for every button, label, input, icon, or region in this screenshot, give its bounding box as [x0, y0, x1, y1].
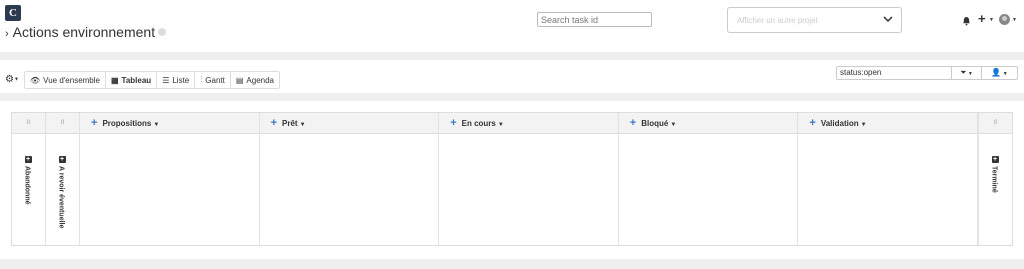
column-header: 0	[12, 113, 45, 134]
column-title[interactable]: + Bloqué ▼	[630, 113, 677, 136]
filter-input[interactable]: status:open	[836, 66, 952, 80]
column-header: 0	[979, 113, 1012, 134]
column-task-count: 0	[60, 120, 65, 126]
add-task-icon[interactable]: +	[450, 117, 456, 129]
chevron-right-icon: ›	[5, 28, 9, 40]
expand-column-icon[interactable]: +	[58, 156, 66, 163]
user-avatar[interactable]	[999, 14, 1010, 25]
column-header: + Validation ▼	[798, 113, 977, 134]
collapsed-column[interactable]: 0 + Abandonné	[12, 113, 46, 245]
column-menu-caret-icon[interactable]: ▼	[498, 122, 504, 128]
tab-tableau[interactable]: ▦ Tableau	[106, 72, 158, 88]
column-title-label: Validation	[820, 119, 859, 128]
column-title-label: Propositions	[102, 119, 152, 128]
tab-agenda[interactable]: ▤ Agenda	[231, 72, 279, 88]
board-column: + Propositions ▼	[80, 113, 260, 245]
add-task-icon[interactable]: +	[630, 117, 636, 129]
collapsed-column[interactable]: 0 + A revoir éventuelle	[46, 113, 80, 245]
board-column: + Validation ▼	[798, 113, 978, 245]
add-plus-icon[interactable]: +	[978, 11, 986, 26]
column-menu-caret-icon[interactable]: ▼	[861, 122, 867, 128]
search-task-input[interactable]	[537, 12, 652, 27]
tab-label: Tableau	[121, 75, 152, 85]
board-column: + Prêt ▼	[259, 113, 440, 245]
header-divider	[0, 52, 1024, 60]
board-column: + Bloqué ▼	[618, 113, 799, 245]
footer-band	[0, 259, 1024, 269]
calendar-icon: ▤	[235, 75, 244, 85]
column-task-count: 0	[993, 120, 998, 126]
sliders-icon: ⫶	[200, 75, 203, 84]
project-select-placeholder: Afficher un autre projet	[737, 16, 818, 25]
column-title[interactable]: + Propositions ▼	[91, 113, 159, 136]
column-title-label: En cours	[461, 119, 496, 128]
page-title-text: Actions environnement	[12, 24, 156, 40]
user-icon: 👤	[991, 68, 1002, 77]
info-icon[interactable]	[158, 28, 167, 37]
add-task-icon[interactable]: +	[271, 117, 277, 129]
column-header: 0	[46, 113, 79, 134]
collapsed-column-label: A revoir éventuelle	[57, 166, 65, 229]
column-title[interactable]: + Prêt ▼	[271, 113, 306, 136]
column-menu-caret-icon[interactable]: ▼	[153, 122, 159, 128]
column-title-label: Bloqué	[641, 119, 669, 128]
view-tabs: 👁 Vue d'ensemble ▦ Tableau ☰ Liste ⫶ Gantt ▤ Agen…	[24, 71, 280, 89]
eye-icon: 👁	[30, 75, 41, 85]
app-logo[interactable]: C	[5, 5, 21, 21]
column-task-count: 0	[26, 120, 31, 126]
column-title[interactable]: + En cours ▼	[450, 113, 504, 136]
bell-icon[interactable]	[962, 16, 971, 26]
top-header: C ›Actions environnement Afficher un aut…	[0, 0, 1024, 52]
column-title[interactable]: + Validation ▼	[809, 113, 866, 136]
add-task-icon[interactable]: +	[91, 117, 97, 129]
tab-label: Agenda	[246, 75, 274, 85]
table-icon: ▦	[110, 75, 119, 85]
collapsed-column[interactable]: 0 + Terminé	[978, 113, 1012, 245]
user-menu-caret-icon[interactable]: ▼	[1012, 17, 1017, 23]
list-icon: ☰	[162, 75, 170, 85]
project-select[interactable]: Afficher un autre projet	[727, 7, 902, 33]
kanban-board: 0 + Abandonné 0 + A revoir éventuelle + Proposi…	[11, 112, 1013, 246]
column-title-label: Prêt	[282, 119, 298, 128]
tab-label: Gantt	[205, 75, 225, 85]
page-title: › Actions environnement	[5, 24, 167, 40]
column-header: + Propositions ▼	[80, 113, 259, 134]
column-header: + Prêt ▼	[259, 113, 439, 136]
collapsed-column-label: Abandonné	[23, 166, 31, 205]
column-menu-caret-icon[interactable]: ▼	[670, 122, 676, 128]
expand-column-icon[interactable]: +	[24, 156, 32, 163]
collapsed-column-label: Terminé	[990, 166, 998, 193]
column-header: + En cours ▼	[439, 113, 618, 134]
column-menu-caret-icon[interactable]: ▼	[300, 122, 306, 128]
chevron-down-icon	[883, 16, 893, 23]
toolbar-divider	[0, 93, 1024, 101]
user-filter-button[interactable]: 👤 ▼	[981, 66, 1018, 80]
add-task-icon[interactable]: +	[809, 117, 815, 129]
tab-liste[interactable]: ☰ Liste	[157, 72, 196, 88]
tab-vue-d-ensemble[interactable]: 👁 Vue d'ensemble	[25, 72, 106, 88]
tab-gantt[interactable]: ⫶ Gantt	[195, 72, 231, 88]
board-column: + En cours ▼	[439, 113, 619, 245]
tab-label: Liste	[172, 75, 190, 85]
column-header: + Bloqué ▼	[618, 113, 798, 136]
settings-gear-icon[interactable]: ⚙▼	[5, 74, 19, 85]
expand-column-icon[interactable]: +	[991, 156, 999, 163]
tab-label: Vue d'ensemble	[43, 75, 100, 85]
filter-funnel-button[interactable]: ⏷ ▼	[951, 66, 982, 80]
add-menu-caret-icon[interactable]: ▼	[989, 17, 994, 23]
